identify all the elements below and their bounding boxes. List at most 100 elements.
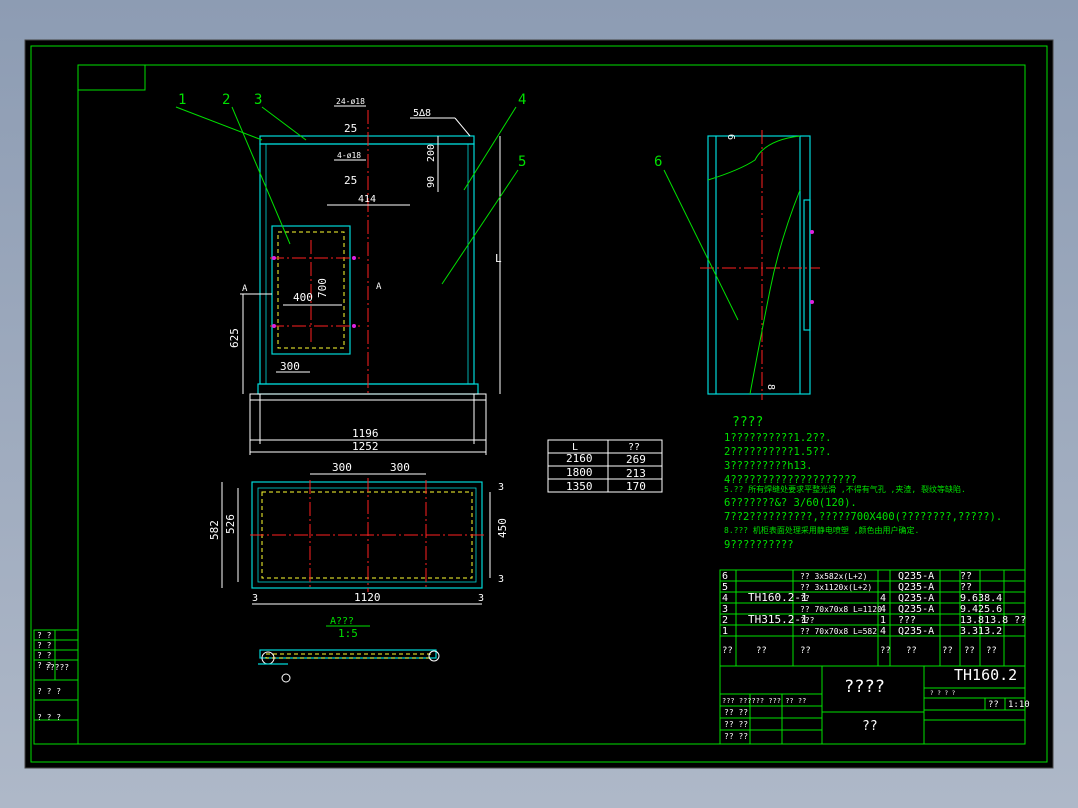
drawing-sheet	[24, 39, 1054, 769]
dim-625: 625	[228, 328, 241, 348]
bom-cell: Q235-A	[898, 604, 934, 615]
bom-cell: TH160.2-1	[748, 591, 808, 604]
section-title: A???	[330, 616, 354, 627]
length-table-header-2: ??	[628, 442, 640, 453]
title-row1: ? ? ? ?	[930, 690, 956, 697]
balloon-3: 3	[254, 92, 262, 108]
side-tag-bottom: 8	[765, 384, 776, 390]
bom-cell: Q235-A	[898, 626, 934, 637]
left-tag-a: ? ?	[37, 631, 52, 640]
plan-dim-3a: 3	[252, 593, 258, 604]
bom-cell: ???	[898, 615, 916, 626]
length-table-cell: 1800	[566, 466, 593, 479]
bom-cell: 13.813.8 ??	[960, 615, 1026, 626]
bom-cell: 6	[722, 571, 728, 582]
bom-cell: Q235-A	[898, 593, 934, 604]
side-tag-top: 6	[725, 134, 736, 140]
hole-note-a: 24-ø18	[336, 97, 365, 106]
balloon-6: 6	[654, 154, 662, 170]
bom-cell: 1	[722, 626, 728, 637]
title-row2: ??? ?????? ??? ?? ??	[722, 697, 806, 705]
bom-cell: 4	[722, 593, 728, 604]
bom-cell: ?? 3x582x(L+2)	[800, 572, 867, 581]
dim-1196: 1196	[352, 427, 379, 440]
dim-90: 90	[426, 176, 437, 188]
bom-cell: 4	[880, 604, 886, 615]
balloon-2: 2	[222, 92, 230, 108]
bom-cell: Q235-A	[898, 582, 934, 593]
drawing-number: TH160.2	[954, 666, 1017, 684]
bom-header-cell: ??	[964, 646, 975, 656]
cad-drawing: ? ? ? ? ? ? ? ? ????? ? ? ? ? ? ? 400 70…	[24, 39, 1054, 769]
dim-200: 200	[426, 144, 437, 162]
balloon-1: 1	[178, 92, 186, 108]
note-line: 5.?? 所有焊缝处要求平整光滑 ,不得有气孔 ,夹渣, 裂纹等缺陷.	[724, 484, 966, 494]
bom-cell: TH315.2-1	[748, 613, 808, 626]
dim-414: 414	[358, 194, 376, 205]
notes-title: ????	[732, 415, 763, 430]
drawing-name: ????	[844, 677, 885, 697]
bom-cell: ??	[960, 571, 972, 582]
bom-cell: 2	[722, 615, 728, 626]
balloon-5: 5	[518, 154, 526, 170]
bom-header-cell: ??	[986, 646, 997, 656]
left-tag-e: ?????	[45, 663, 69, 672]
length-table-cell: 2160	[566, 452, 593, 465]
note-line: 2??????????1.5??.	[724, 446, 831, 458]
dim-300-door: 300	[280, 360, 300, 373]
length-table-cell: 213	[626, 467, 646, 480]
title-row4: ?? ??	[724, 720, 748, 729]
title-row3: ?? ??	[724, 708, 748, 717]
bom-cell: 1	[880, 615, 886, 626]
plan-dim-300b: 300	[390, 461, 410, 474]
bom-cell: 3	[722, 604, 728, 615]
bom-cell: ?? 70x70x8 L=582	[800, 627, 877, 636]
weld-note: 5∆8	[413, 108, 431, 119]
left-tag-g: ? ? ?	[37, 713, 61, 722]
length-table-cell: 170	[626, 480, 646, 493]
bom-header-cell: ??	[756, 646, 767, 656]
bom-cell: 9.638.4	[960, 593, 1002, 604]
note-line: 1??????????1.2??.	[724, 432, 831, 444]
note-line: 9??????????	[724, 539, 794, 551]
bom-cell: ?? 3x1120x(L+2)	[800, 583, 872, 592]
note-line: 8.??? 机柜表面处理采用静电喷塑 ,颜色由用户确定.	[724, 525, 919, 535]
plan-dim-3b: 3	[478, 593, 484, 604]
bom-header-cell: ??	[942, 646, 953, 656]
bom-cell: 4	[880, 626, 886, 637]
bom-header-cell: ??	[880, 646, 891, 656]
length-table-cell: 1350	[566, 480, 593, 493]
bom-cell: ??	[960, 582, 972, 593]
dim-1252: 1252	[352, 440, 379, 453]
bom-cell: ?? 70x70x8 L=1120	[800, 605, 882, 614]
section-mark-a-left: A	[242, 284, 248, 294]
section-scale: 1:5	[338, 627, 358, 640]
bom-header-cell: ??	[906, 646, 917, 656]
balloon-4: 4	[518, 92, 526, 108]
dim-L: L	[495, 252, 502, 265]
title-row5: ?? ??	[724, 732, 748, 741]
scale-value: 1:10	[1008, 700, 1030, 710]
bom-cell: 4	[880, 593, 886, 604]
section-mark-a-right: A	[376, 282, 382, 292]
length-table-cell: 269	[626, 453, 646, 466]
note-line: 6???????&? 3/60(120).	[724, 497, 857, 509]
hole-note-b-pitch: 25	[344, 174, 357, 187]
bom-cell: 9.425.6	[960, 604, 1002, 615]
bom-header-cell: ??	[722, 646, 733, 656]
plan-dim-450: 450	[496, 518, 509, 538]
left-tag-b: ? ?	[37, 641, 52, 650]
note-line: 3?????????h13.	[724, 460, 813, 472]
bom-cell: Q235-A	[898, 571, 934, 582]
plan-dim-300a: 300	[332, 461, 352, 474]
left-tag-c: ? ?	[37, 651, 52, 660]
bom-header-cell: ??	[800, 646, 811, 656]
left-tag-f: ? ? ?	[37, 687, 61, 696]
plan-dim-1120: 1120	[354, 591, 381, 604]
bom-cell: ???	[800, 616, 815, 625]
bom-cell: ??	[800, 594, 810, 603]
plan-dim-3d: 3	[498, 574, 504, 585]
bom-cell: 3.313.2	[960, 626, 1002, 637]
hole-note-a-pitch: 25	[344, 122, 357, 135]
bom-cell: 5	[722, 582, 728, 593]
